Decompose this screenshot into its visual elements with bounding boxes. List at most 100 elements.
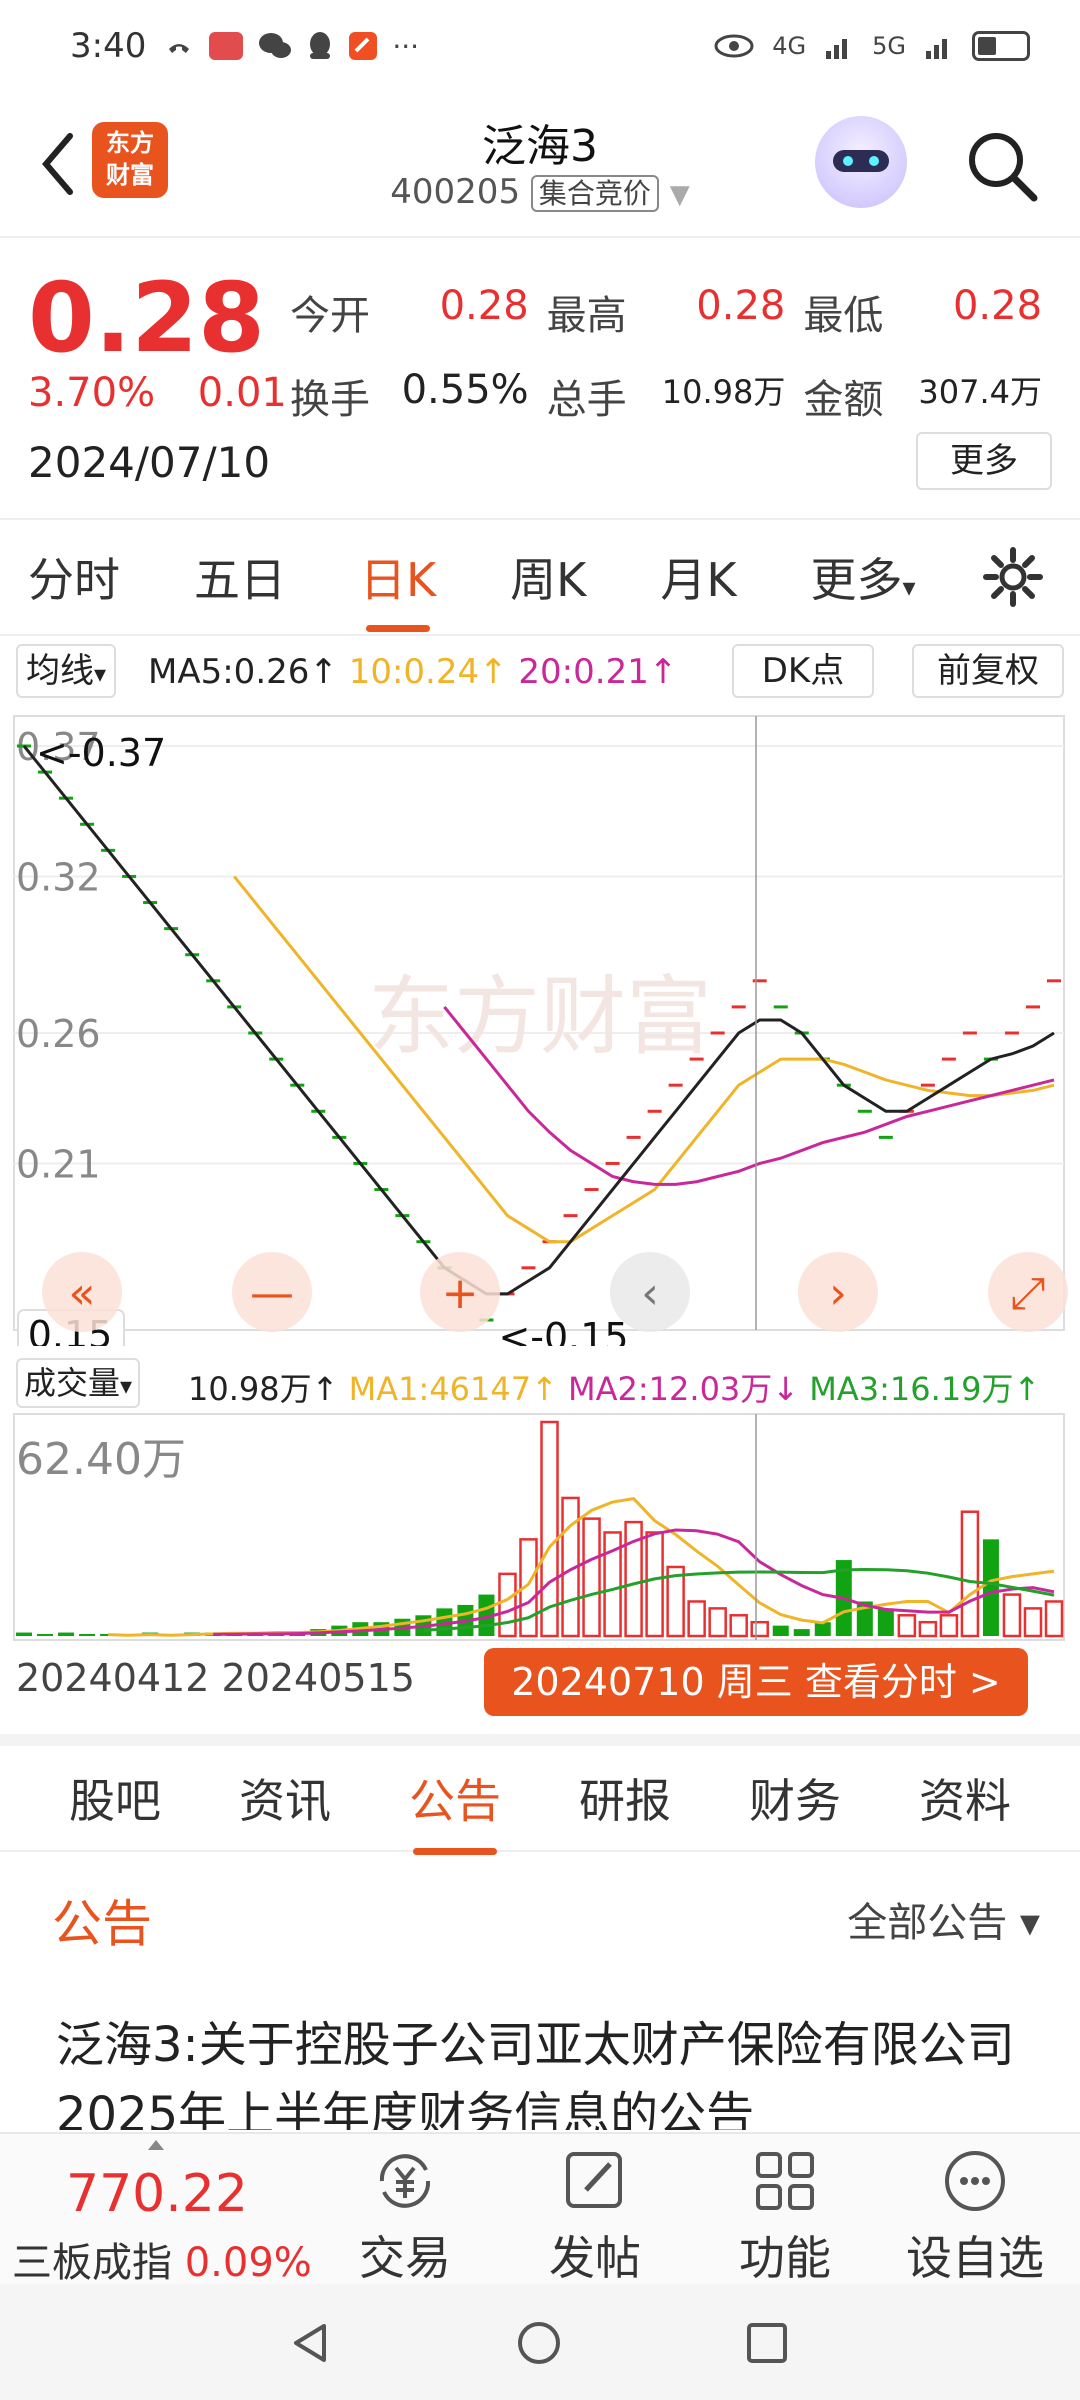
scroll-right-icon[interactable]: ›	[798, 1252, 878, 1332]
qq-icon	[310, 32, 331, 59]
caret-down-icon: ▾	[94, 660, 107, 688]
price-change: 3.70% 0.01	[28, 370, 287, 416]
tab-weekly-k[interactable]: 周K	[510, 544, 586, 610]
trade-button[interactable]: 交易	[310, 2134, 500, 2286]
candle	[647, 1109, 662, 1113]
status-time: 3:40	[70, 26, 147, 66]
change-percent: 3.70%	[28, 370, 156, 416]
stock-code-line[interactable]: 400205 集合竞价 ▼	[0, 172, 1080, 212]
announcement-item[interactable]: 泛海3:关于控股子公司亚太财产保险有限公司2025年上半年度财务信息的公告	[56, 2010, 1036, 2130]
tab-announcements[interactable]: 公告	[409, 1765, 501, 1855]
volume-value: 10.98万↑	[188, 1370, 339, 1408]
net-label-5g: 5G	[872, 32, 906, 60]
system-back-icon[interactable]	[288, 2320, 334, 2366]
volume-bar	[79, 1634, 96, 1636]
stock-header: 东方 财富 泛海3 400205 集合竞价 ▼	[0, 92, 1080, 238]
tab-news[interactable]: 资讯	[239, 1765, 331, 1831]
trade-status-tag: 集合竞价	[530, 175, 659, 212]
control-symbol: —	[250, 1268, 294, 1319]
volume-bar	[582, 1517, 601, 1638]
vol-ma3-value: MA3:16.19万↑	[809, 1370, 1041, 1408]
system-navigation-bar	[0, 2284, 1080, 2400]
eastmoney-watermark: 东方财富	[368, 967, 712, 1067]
net-label-4g: 4G	[772, 32, 807, 60]
signal-icon	[926, 39, 947, 59]
price-adjust-button[interactable]: 前复权	[912, 644, 1064, 698]
tab-more[interactable]: 更多▾	[811, 544, 916, 610]
volume-bar	[729, 1614, 748, 1638]
control-symbol: ‹	[641, 1268, 659, 1319]
quote-date: 2024/07/10	[28, 438, 271, 487]
vol-ma1-value: MA1:46147↑	[348, 1370, 558, 1408]
candle	[668, 1083, 683, 1087]
volume-bar	[960, 1510, 980, 1638]
volume-chart[interactable]: 62.40万	[0, 1412, 1080, 1644]
volume-indicator-bar: 成交量▾ 10.98万↑ MA1:46147↑ MA2:12.03万↓ MA3:…	[0, 1350, 1080, 1412]
kline-chart[interactable]: 0.370.320.260.21东方财富<-0.37<-0.150.15«—+‹…	[0, 706, 1080, 1346]
ma-indicator-bar: 均线▾ MA5:0.26↑ 10:0.24↑ 20:0.21↑ DK点 前复权	[0, 640, 1080, 702]
high-label: 最高	[546, 293, 627, 339]
system-home-icon[interactable]	[516, 2320, 562, 2366]
zoom-in-icon[interactable]: +	[420, 1252, 500, 1332]
date-axis-labels: 20240412 20240515	[16, 1656, 415, 1700]
low-label: 最低	[803, 293, 884, 339]
announcement-header: 公告 全部公告 ▾	[0, 1856, 1080, 1966]
candle	[878, 1135, 893, 1139]
tab-daily-k[interactable]: 日K	[360, 544, 436, 632]
fullscreen-icon[interactable]: ⤢	[988, 1252, 1068, 1332]
search-icon[interactable]	[962, 126, 1042, 206]
zoom-out-icon[interactable]: —	[232, 1252, 312, 1332]
candle	[1004, 1031, 1019, 1035]
post-button[interactable]: 发帖	[500, 2134, 690, 2286]
volume-bar	[793, 1629, 810, 1636]
candle	[605, 1161, 620, 1165]
tab-monthly-k[interactable]: 月K	[660, 544, 736, 610]
change-amount: 0.01	[197, 370, 287, 416]
view-intraday-pill[interactable]: 20240710 周三 查看分时 >	[484, 1648, 1028, 1716]
eye-icon	[714, 34, 754, 58]
more-quote-button[interactable]: 更多	[916, 432, 1052, 490]
dk-points-button[interactable]: DK点	[732, 644, 874, 698]
candle	[1025, 1005, 1040, 1009]
volume-value: 10.98万	[661, 373, 786, 411]
gear-icon[interactable]	[980, 544, 1046, 610]
tab-five-day[interactable]: 五日	[194, 544, 286, 610]
edit-post-icon	[566, 2152, 622, 2208]
tab-forum[interactable]: 股吧	[69, 1765, 161, 1831]
price-axis-label: 0.32	[16, 855, 101, 899]
announcement-filter[interactable]: 全部公告 ▾	[847, 1890, 1040, 1948]
functions-button[interactable]: 功能	[690, 2134, 880, 2286]
system-recents-icon[interactable]	[746, 2322, 788, 2364]
candle	[1047, 979, 1061, 983]
candle	[521, 1266, 536, 1270]
index-value: 770.22	[66, 2164, 248, 2224]
bottom-navigation: 770.22 三板成指 0.09% 交易 发帖 功能 设自选	[0, 2132, 1080, 2286]
volume-bar	[877, 1608, 894, 1636]
indicator-selector[interactable]: 均线▾	[16, 644, 117, 698]
stock-name: 泛海3	[482, 121, 598, 172]
volume-bar	[1023, 1607, 1043, 1638]
control-symbol: ⤢	[1010, 1268, 1045, 1319]
candle	[941, 1057, 956, 1061]
wechat-icon	[259, 33, 292, 58]
tab-intraday[interactable]: 分时	[28, 544, 120, 610]
volume-bar	[939, 1614, 959, 1638]
volume-bar	[750, 1620, 769, 1638]
candle	[626, 1135, 641, 1139]
robot-assistant-avatar[interactable]	[815, 116, 907, 208]
caret-down-icon: ▾	[120, 1372, 133, 1400]
scroll-left-fast-icon[interactable]: «	[42, 1252, 122, 1332]
volume-selector[interactable]: 成交量▾	[16, 1358, 141, 1408]
index-name: 三板成指	[12, 2240, 172, 2286]
tab-financials[interactable]: 财务	[749, 1765, 841, 1831]
min-price-marker: <-0.15	[498, 1315, 628, 1346]
tab-research[interactable]: 研报	[579, 1765, 671, 1831]
tab-profile[interactable]: 资料	[919, 1765, 1011, 1831]
candle	[773, 1005, 788, 1009]
control-symbol: «	[69, 1268, 96, 1319]
add-watchlist-button[interactable]: 设自选	[880, 2134, 1070, 2286]
volume-bar	[1002, 1593, 1022, 1638]
index-ticker[interactable]: 770.22 三板成指 0.09%	[0, 2134, 320, 2286]
scroll-left-icon[interactable]: ‹	[610, 1252, 690, 1332]
control-symbol: ›	[829, 1268, 847, 1319]
